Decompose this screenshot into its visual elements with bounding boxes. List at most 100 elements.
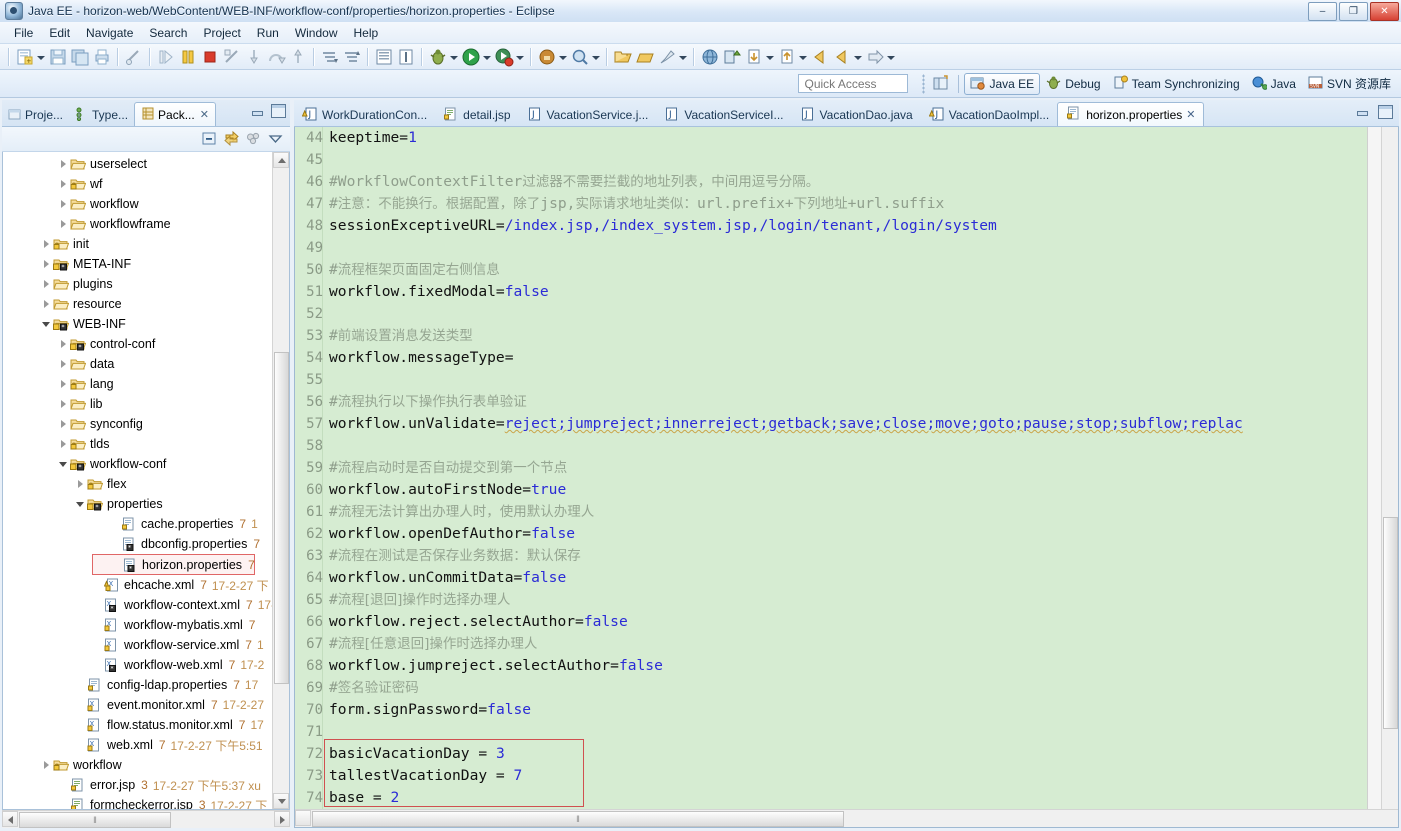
forward-nav-icon[interactable] — [865, 47, 885, 67]
code-line[interactable]: 54 workflow.messageType= — [295, 347, 1382, 369]
collapse-arrow-icon[interactable] — [58, 178, 70, 190]
search-icon[interactable] — [570, 47, 590, 67]
tree-item[interactable]: * control-conf — [3, 334, 273, 354]
perspective-java[interactable]: Java — [1246, 73, 1302, 95]
hscrollbar-thumb[interactable]: ‖ — [312, 811, 844, 827]
collapse-arrow-icon[interactable] — [41, 238, 53, 250]
collapse-arrow-icon[interactable] — [58, 198, 70, 210]
menu-window[interactable]: Window — [287, 24, 346, 42]
line-text[interactable]: #流程执行以下操作执行表单验证 — [326, 391, 527, 413]
editor-horizontal-scrollbar[interactable]: ‖ — [295, 809, 1398, 827]
line-text[interactable]: workflow.fixedModal=false — [326, 281, 549, 303]
line-text[interactable]: workflow.unValidate=reject;jumpreject;in… — [326, 413, 1243, 435]
tree-item[interactable]: workflow — [3, 194, 273, 214]
tree-item[interactable]: error.jsp 3 17-2-27 下午5:37 xu — [3, 775, 273, 795]
focus-icon[interactable] — [245, 130, 263, 148]
collapse-all-icon[interactable] — [201, 130, 219, 148]
scrollbar-thumb[interactable] — [274, 352, 289, 684]
line-text[interactable]: #流程框架页面固定右侧信息 — [326, 259, 500, 281]
run-external-dropdown-icon[interactable] — [515, 47, 524, 67]
debug-icon[interactable] — [428, 47, 448, 67]
tree-item[interactable]: * WEB-INF — [3, 314, 273, 334]
line-text[interactable]: #前端设置消息发送类型 — [326, 325, 473, 347]
new-wizard-icon[interactable]: + — [15, 47, 35, 67]
menu-edit[interactable]: Edit — [41, 24, 78, 42]
line-text[interactable]: workflow.unCommitData=false — [326, 567, 566, 589]
pin-editor-icon[interactable] — [657, 47, 677, 67]
minimize-button[interactable]: – — [1308, 2, 1337, 21]
tree-item[interactable]: workflowframe — [3, 214, 273, 234]
code-line[interactable]: 71 — [295, 721, 1382, 743]
tree-item[interactable]: formcheckerror.jsp 3 17-2-27 下 — [3, 795, 273, 809]
collapse-arrow-icon[interactable] — [41, 258, 53, 270]
tree-item[interactable]: Xworkflow-mybatis.xml 7 — [3, 615, 273, 635]
line-text[interactable]: form.signPassword=false — [326, 699, 531, 721]
step-into-icon[interactable] — [244, 47, 264, 67]
view-tab-type-hierarchy[interactable]: Type... — [69, 104, 134, 126]
code-line[interactable]: 63 #流程在测试是否保存业务数据：默认保存 — [295, 545, 1382, 567]
code-line[interactable]: 65 #流程[退回]操作时选择办理人 — [295, 589, 1382, 611]
step-return-icon[interactable] — [288, 47, 308, 67]
line-text[interactable]: workflow.openDefAuthor=false — [326, 523, 575, 545]
editor-tab-vacationdaoimpl-[interactable]: J VacationDaoImpl... — [921, 104, 1058, 126]
code-line[interactable]: 61 #流程无法计算出办理人时，使用默认办理人 — [295, 501, 1382, 523]
editor-tab-vacationservicei-[interactable]: J VacationServiceI... — [656, 104, 791, 126]
tree-item-selected[interactable]: * horizon.properties 7 — [92, 554, 255, 575]
package-explorer-tree[interactable]: userselect wf workflow workflowframe init * ME… — [2, 152, 290, 810]
collapse-arrow-icon[interactable] — [58, 398, 70, 410]
run-external-tools-icon[interactable] — [494, 47, 514, 67]
update-icon[interactable] — [777, 47, 797, 67]
tree-item[interactable]: synconfig — [3, 414, 273, 434]
line-text[interactable]: sessionExceptiveURL=/index.jsp,/index_sy… — [326, 215, 997, 237]
tree-item[interactable]: * dbconfig.properties 7 — [3, 534, 273, 554]
line-text[interactable]: workflow.reject.selectAuthor=false — [326, 611, 628, 633]
tree-item[interactable]: Xflow.status.monitor.xml 7 17 — [3, 715, 273, 735]
tree-item[interactable]: Xweb.xml 7 17-2-27 下午5:51 — [3, 735, 273, 755]
back-history-icon[interactable] — [810, 47, 830, 67]
menu-help[interactable]: Help — [346, 24, 387, 42]
tree-vertical-scrollbar[interactable] — [272, 152, 289, 809]
tree-item[interactable]: * properties — [3, 494, 273, 514]
suspend-icon[interactable] — [178, 47, 198, 67]
collapse-arrow-icon[interactable] — [75, 478, 87, 490]
tree-item[interactable]: wf — [3, 174, 273, 194]
commit-dropdown-icon[interactable] — [765, 47, 774, 67]
scroll-down-arrow-icon[interactable] — [273, 793, 289, 809]
maximize-editor-icon[interactable] — [1378, 105, 1393, 119]
properties-editor[interactable]: 44 keeptime=1 45 46 #WorkflowContextFilter过滤… — [294, 127, 1399, 828]
collapse-arrow-icon[interactable] — [41, 759, 53, 771]
perspective-java-ee[interactable]: Java EE — [964, 72, 1041, 95]
tree-item[interactable]: config-ldap.properties 7 17 — [3, 675, 273, 695]
code-line[interactable]: 59 #流程启动时是否自动提交到第一个节点 — [295, 457, 1382, 479]
new-java-project-icon[interactable] — [537, 47, 557, 67]
expand-arrow-icon[interactable] — [75, 498, 87, 510]
forward-nav-dropdown-icon[interactable] — [886, 47, 895, 67]
tree-item[interactable]: X * workflow-web.xml 7 17-2 — [3, 655, 273, 675]
show-whitespace-icon[interactable] — [396, 47, 416, 67]
code-line[interactable]: 72 basicVacationDay = 3 — [295, 743, 1382, 765]
maximize-button[interactable]: ❐ — [1339, 2, 1368, 21]
menu-search[interactable]: Search — [141, 24, 195, 42]
disconnect-icon[interactable] — [222, 47, 242, 67]
open-resource-icon[interactable] — [613, 47, 633, 67]
collapse-arrow-icon[interactable] — [58, 218, 70, 230]
step-over-icon[interactable] — [266, 47, 286, 67]
view-menu-icon[interactable] — [267, 130, 285, 148]
debug-dropdown-icon[interactable] — [449, 47, 458, 67]
code-line[interactable]: 68 workflow.jumpreject.selectAuthor=false — [295, 655, 1382, 677]
run-icon[interactable] — [461, 47, 481, 67]
view-tab-package-explorer[interactable]: Pack... ✕ — [134, 102, 216, 126]
editor-tab-vacationdao-java[interactable]: J VacationDao.java — [792, 104, 921, 126]
next-annotation-icon[interactable] — [320, 47, 340, 67]
commit-icon[interactable] — [744, 47, 764, 67]
code-line[interactable]: 44 keeptime=1 — [295, 127, 1382, 149]
code-line[interactable]: 51 workflow.fixedModal=false — [295, 281, 1382, 303]
resume-icon[interactable] — [156, 47, 176, 67]
tree-item[interactable]: Xworkflow-service.xml 7 1 — [3, 635, 273, 655]
code-line[interactable]: 69 #签名验证密码 — [295, 677, 1382, 699]
scroll-up-arrow-icon[interactable] — [273, 152, 289, 168]
close-icon[interactable]: ✕ — [1186, 108, 1195, 121]
print-icon[interactable] — [92, 47, 112, 67]
tree-item[interactable]: workflow — [3, 755, 273, 775]
maximize-view-icon[interactable] — [271, 104, 286, 118]
